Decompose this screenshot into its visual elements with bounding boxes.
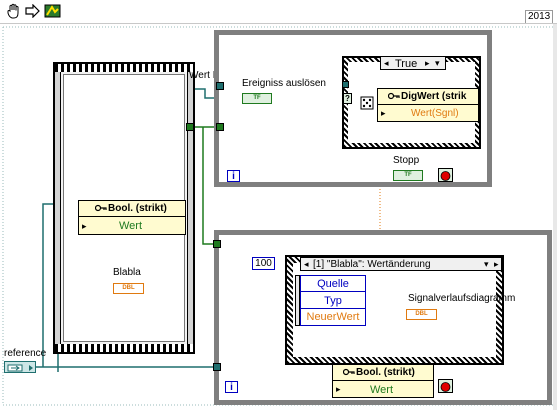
digwert-row-text: Wert(Sgnl) (411, 108, 459, 119)
tunnel-bottom-ref (213, 363, 221, 371)
stop-terminal-2[interactable] (438, 379, 453, 393)
case-selector[interactable]: ◂ True ▸ ▾ (380, 56, 446, 70)
signal-icon (360, 96, 374, 110)
loop-iteration-terminal-2: i (225, 381, 238, 393)
timeout-constant[interactable]: 100 (252, 257, 275, 270)
bool2-row-text: Wert (370, 384, 394, 396)
dbl-indicator[interactable]: DBL (113, 283, 144, 294)
node-row-text: Wert (119, 220, 143, 232)
filmstrip-bottom (55, 344, 193, 352)
event-data-quelle: Quelle (301, 276, 365, 292)
key-icon (342, 367, 355, 380)
bool-constant[interactable]: TF (242, 93, 272, 104)
node-title-text: Bool. (strikt) (108, 203, 167, 214)
property-node-bool[interactable]: Bool. (strikt) ▸ Wert (78, 200, 186, 235)
bool2-title: Bool. (strikt) (333, 365, 433, 381)
filmstrip-top (55, 64, 193, 72)
event-dropdown-icon[interactable]: ▾ (484, 258, 489, 270)
tunnel-top-ref (216, 82, 224, 90)
question-terminal: ? (343, 93, 352, 104)
chart-terminal[interactable]: DBL (406, 309, 437, 320)
tunnel-bottom-bool (213, 240, 221, 248)
reference-control[interactable] (4, 361, 36, 373)
row-indicator: ▸ (82, 221, 87, 231)
event-data-neuerwert: NeuerWert (306, 311, 360, 323)
event-label: Ereigniss auslösen (242, 78, 326, 89)
loop-iteration-terminal: i (227, 170, 240, 182)
event-prev-icon[interactable]: ◂ (304, 258, 309, 270)
vertical-scrollbar[interactable] (553, 24, 557, 410)
key-icon (387, 91, 400, 104)
tunnel (186, 123, 194, 131)
stop-label: Stopp (393, 155, 420, 166)
bool2-title-text: Bool. (strikt) (356, 367, 415, 378)
reference-label: reference (4, 348, 47, 359)
property-node-title: Bool. (strikt) (79, 201, 185, 217)
event-data-node[interactable]: Quelle Typ NeuerWert (300, 275, 366, 326)
row-indicator: ▸ (381, 108, 386, 118)
bool2-row: ▸ Wert (333, 382, 433, 397)
node-row: ▸ Wert (79, 218, 185, 234)
row-indicator: ▸ (336, 384, 341, 394)
chart-label: Signalverlaufsdiagramm (408, 293, 516, 304)
case-tunnel (342, 81, 349, 88)
filmstrip-right (187, 72, 193, 344)
filmstrip-left (55, 72, 61, 344)
digwert-title: DigWert (strik (378, 89, 478, 105)
case-prev-icon[interactable]: ◂ (384, 57, 389, 69)
digwert-title-text: DigWert (strik (401, 91, 467, 102)
key-icon (94, 203, 107, 216)
event-data-typ: Typ (301, 293, 365, 309)
digwert-row: ▸ Wert(Sgnl) (378, 106, 478, 121)
event-selector-value: [1] "Blabla": Wertänderung (313, 259, 431, 270)
stop-control[interactable]: TF (393, 170, 423, 181)
tunnel-top-bool (216, 123, 224, 131)
case-dropdown-icon[interactable]: ▾ (435, 57, 440, 69)
property-node-digwert[interactable]: DigWert (strik ▸ Wert(Sgnl) (377, 88, 479, 122)
event-data-bar (295, 275, 300, 326)
property-node-bool-2[interactable]: Bool. (strikt) ▸ Wert (332, 364, 434, 398)
event-selector[interactable]: ◂ [1] "Blabla": Wertänderung ▾ ▸ (300, 257, 502, 271)
stop-terminal[interactable] (438, 168, 453, 182)
case-next-icon[interactable]: ▸ (425, 57, 430, 69)
event-next-icon[interactable]: ▸ (494, 258, 499, 270)
indicator-label: Blabla (113, 267, 141, 278)
case-selector-value: True (395, 58, 418, 70)
